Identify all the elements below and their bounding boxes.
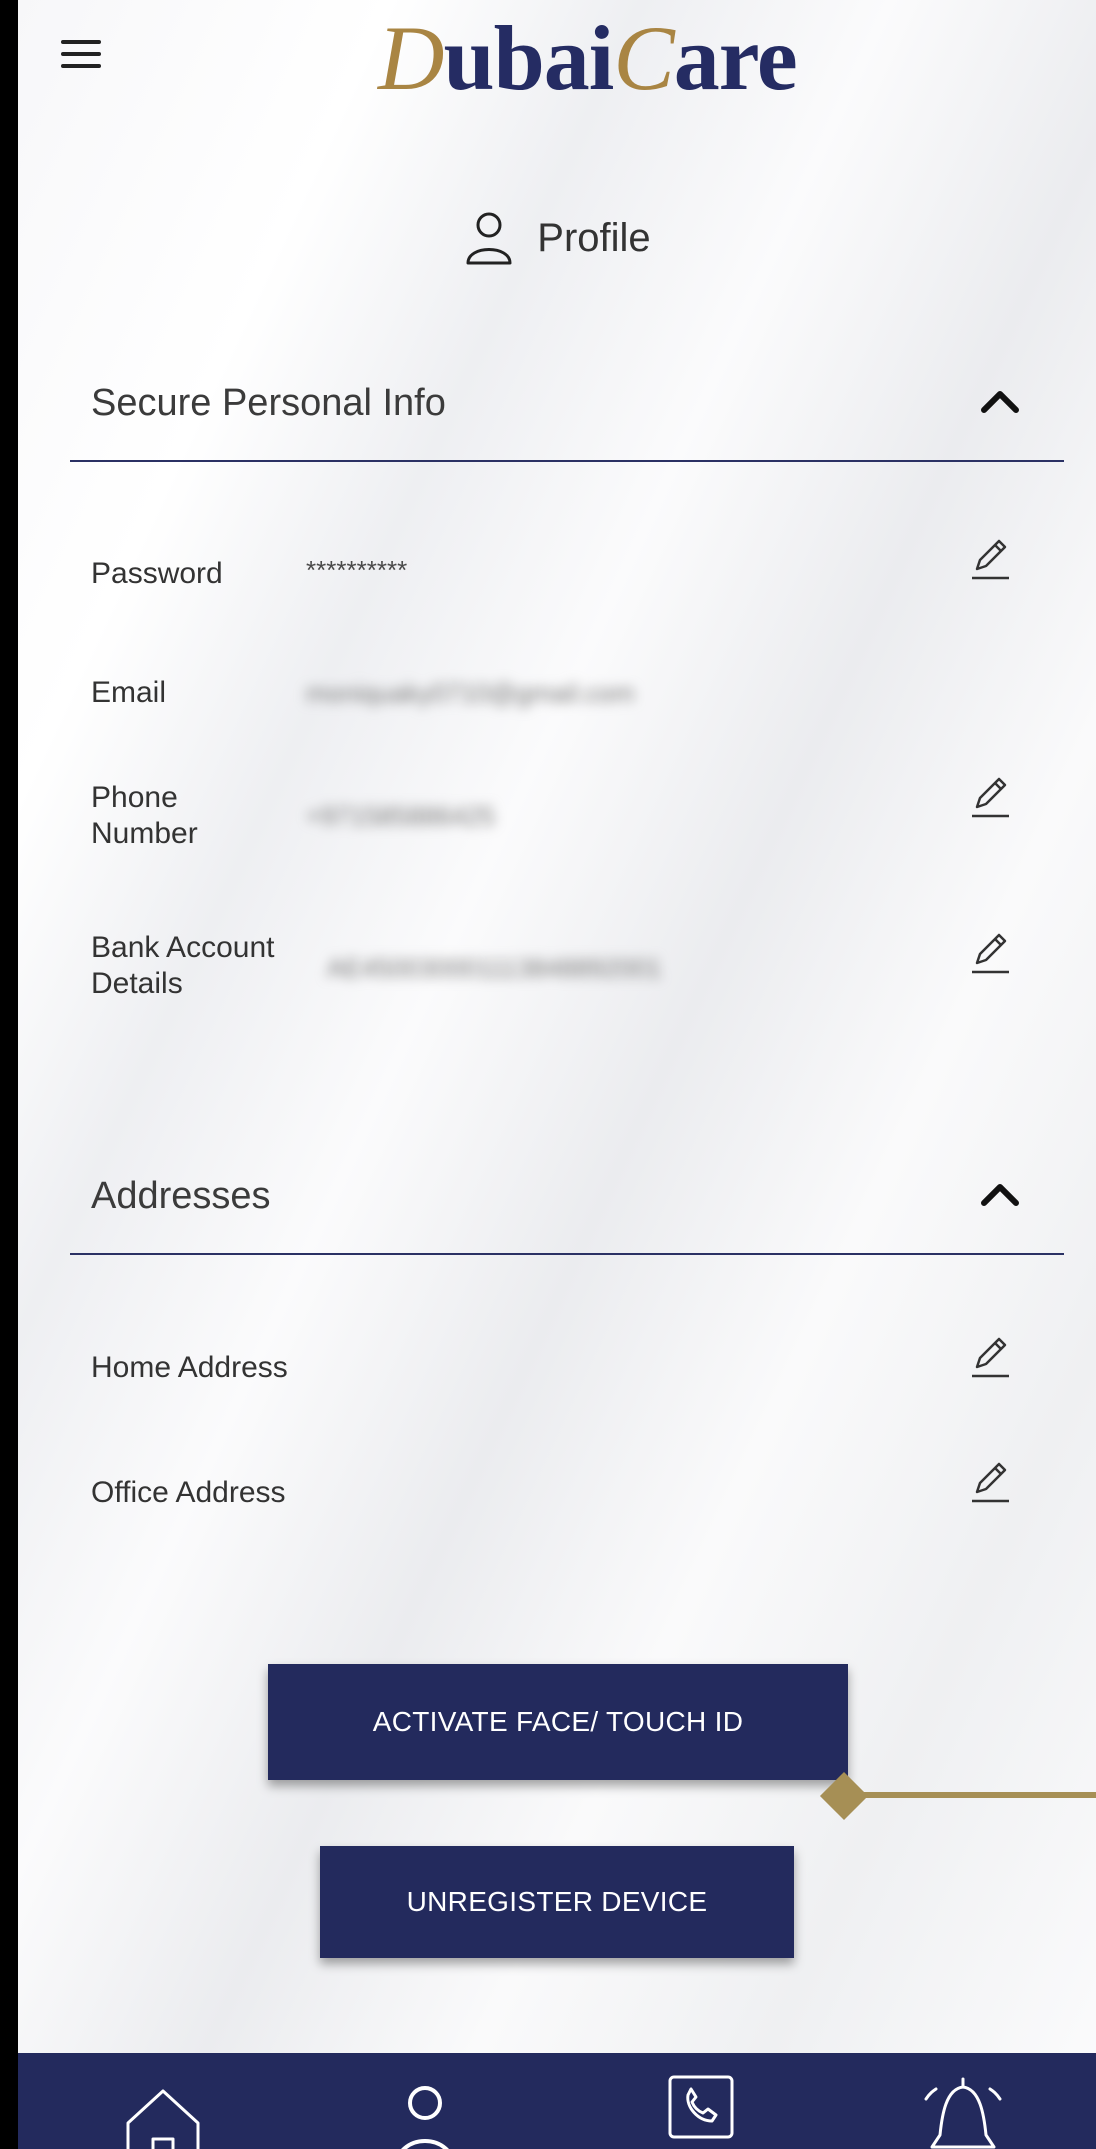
email-label: Email: [91, 676, 167, 709]
phone-value: +971585886425: [306, 801, 495, 831]
bank-account-label: Bank Account Details: [91, 931, 275, 1000]
page-title-label: Profile: [537, 215, 651, 260]
secure-info-title: Secure Personal Info: [91, 382, 446, 424]
edit-phone-icon[interactable]: [969, 774, 1013, 820]
edit-home-address-icon[interactable]: [969, 1334, 1013, 1380]
edit-password-icon[interactable]: [969, 536, 1013, 582]
password-value: **********: [306, 555, 408, 585]
home-icon[interactable]: [118, 2081, 208, 2149]
edit-bank-account-icon[interactable]: [969, 930, 1013, 976]
page-title: Profile: [18, 210, 1096, 280]
top-bar: DubaiCare: [18, 0, 1096, 110]
dubaicare-logo: DubaiCare: [378, 7, 798, 109]
unregister-device-button[interactable]: UNREGISTER DEVICE: [320, 1846, 794, 1958]
phone-icon[interactable]: [656, 2073, 746, 2149]
edit-office-address-icon[interactable]: [969, 1459, 1013, 1505]
bank-account-value: AE450030001113848892001: [327, 953, 662, 983]
activate-face-touch-id-button[interactable]: ACTIVATE FACE/ TOUCH ID: [268, 1664, 848, 1780]
bell-icon[interactable]: [918, 2075, 1008, 2149]
addresses-header[interactable]: Addresses: [70, 1133, 1064, 1255]
app-screen: DubaiCare Profile Secure Personal Info P…: [18, 0, 1096, 2149]
home-address-label: Home Address: [91, 1351, 288, 1384]
addresses-title: Addresses: [91, 1175, 271, 1217]
user-icon: [466, 212, 512, 265]
email-value: moniquaky0710@gmail.com: [306, 678, 635, 708]
hamburger-menu-icon[interactable]: [58, 36, 108, 72]
phone-label: Phone Number: [91, 781, 198, 850]
password-label: Password: [91, 557, 223, 590]
bottom-nav: [18, 2053, 1096, 2149]
profile-icon[interactable]: [380, 2081, 470, 2149]
office-address-label: Office Address: [91, 1476, 286, 1509]
callout-line: [845, 1792, 1096, 1798]
secure-info-header[interactable]: Secure Personal Info: [70, 340, 1064, 462]
chevron-up-icon[interactable]: [976, 1173, 1024, 1213]
chevron-up-icon[interactable]: [976, 380, 1024, 420]
